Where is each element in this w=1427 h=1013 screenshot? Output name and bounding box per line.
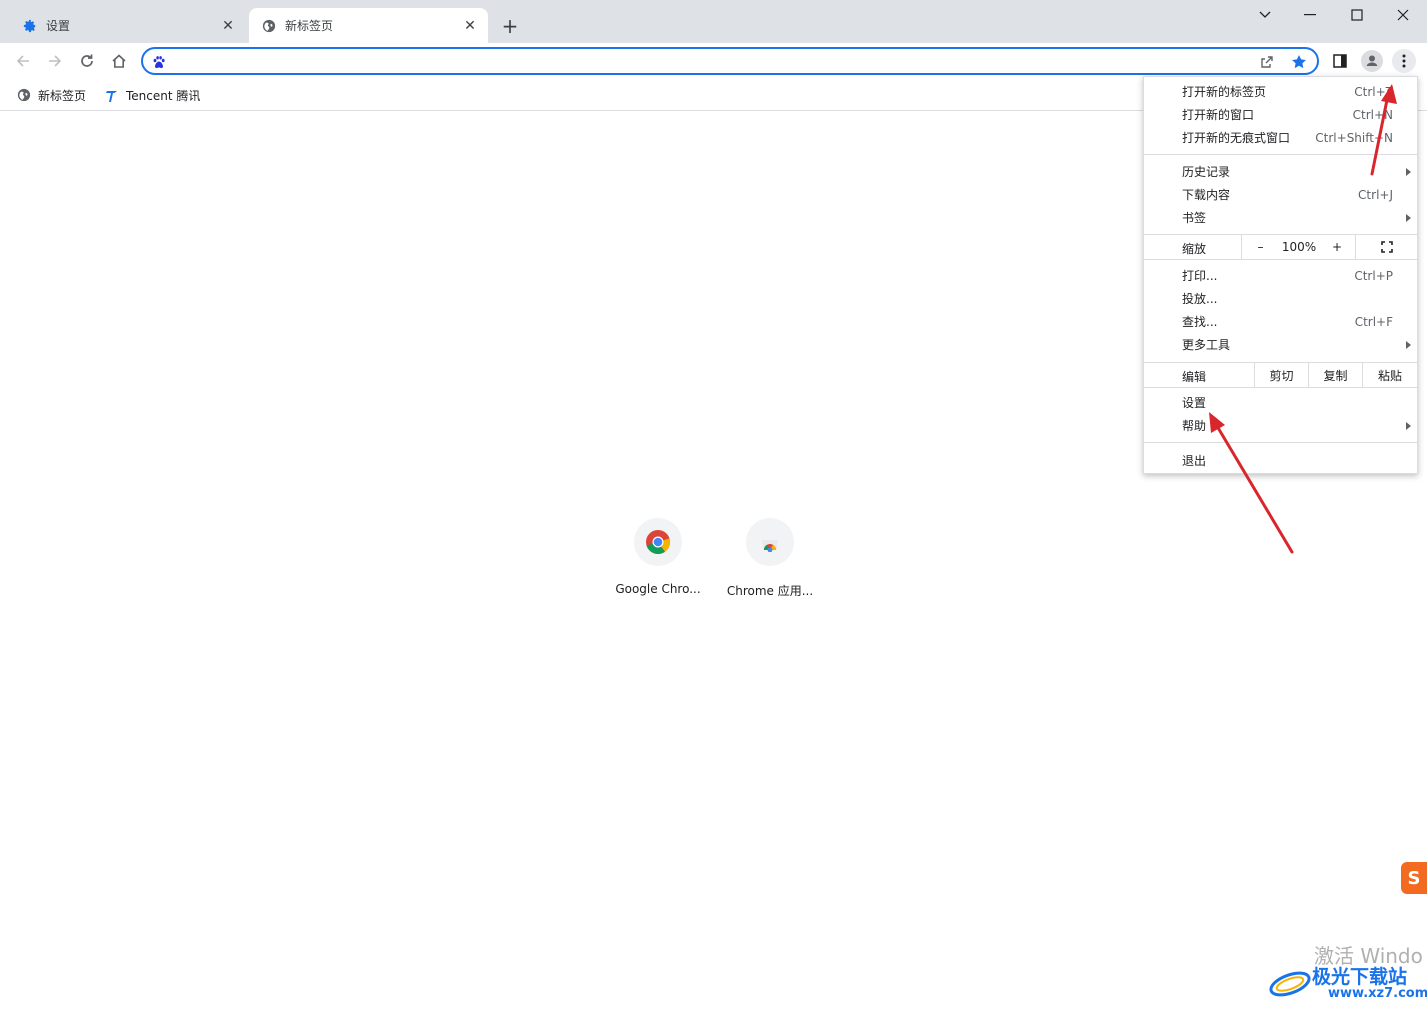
- menu-item-settings[interactable]: 设置: [1144, 391, 1417, 414]
- menu-shortcut: Ctrl+T: [1354, 84, 1393, 99]
- menu-item-print[interactable]: 打印... Ctrl+P: [1144, 264, 1417, 287]
- watermark-title: 极光下载站: [1312, 966, 1408, 988]
- bookmark-new-tab[interactable]: 新标签页: [16, 85, 86, 105]
- address-bar[interactable]: [141, 47, 1319, 75]
- menu-label: 书签: [1182, 211, 1207, 225]
- bookmark-star-icon[interactable]: [1289, 52, 1309, 72]
- back-arrow-icon[interactable]: [11, 49, 35, 73]
- bookmark-tencent[interactable]: Tencent 腾讯: [104, 85, 200, 105]
- menu-item-new-tab[interactable]: 打开新的标签页 Ctrl+T: [1144, 80, 1417, 103]
- menu-item-exit[interactable]: 退出: [1144, 449, 1417, 472]
- submenu-arrow-icon: [1406, 167, 1411, 176]
- close-icon[interactable]: ✕: [462, 18, 478, 34]
- menu-label: 打开新的窗口: [1182, 108, 1255, 122]
- minimize-icon[interactable]: [1299, 4, 1321, 26]
- menu-item-more-tools[interactable]: 更多工具: [1144, 333, 1417, 356]
- zoom-level: 100%: [1281, 240, 1317, 254]
- forward-arrow-icon[interactable]: [43, 49, 67, 73]
- menu-shortcut: Ctrl+F: [1354, 314, 1393, 329]
- tencent-icon: [104, 87, 120, 103]
- share-icon[interactable]: [1257, 52, 1277, 72]
- close-icon[interactable]: ✕: [220, 18, 236, 34]
- submenu-arrow-icon: [1406, 213, 1411, 222]
- maximize-icon[interactable]: [1346, 4, 1368, 26]
- menu-label: 下载内容: [1182, 188, 1231, 202]
- bookmark-label: 新标签页: [38, 88, 87, 103]
- baidu-paw-icon: [149, 52, 169, 72]
- zoom-in-button[interactable]: +: [1319, 235, 1355, 259]
- sogou-ime-icon[interactable]: S: [1401, 862, 1427, 894]
- menu-label: 打开新的无痕式窗口: [1182, 131, 1291, 145]
- more-menu-icon[interactable]: [1392, 49, 1416, 73]
- submenu-arrow-icon: [1406, 421, 1411, 430]
- menu-item-find[interactable]: 查找... Ctrl+F: [1144, 310, 1417, 333]
- menu-label: 打印...: [1182, 269, 1218, 283]
- menu-item-bookmarks[interactable]: 书签: [1144, 206, 1417, 229]
- menu-row-zoom: 缩放 – 100% +: [1144, 235, 1417, 259]
- menu-separator: [1144, 259, 1417, 260]
- copy-button[interactable]: 复制: [1308, 363, 1362, 387]
- watermark-url: www.xz7.com: [1328, 986, 1427, 1001]
- home-icon[interactable]: [107, 49, 131, 73]
- menu-label: 历史记录: [1182, 165, 1231, 179]
- zoom-out-button[interactable]: –: [1241, 235, 1279, 259]
- toolbar: [0, 43, 1427, 79]
- globe-icon: [261, 18, 277, 34]
- shortcut-label: Google Chro...: [615, 582, 701, 596]
- menu-item-history[interactable]: 历史记录: [1144, 160, 1417, 183]
- menu-label: 打开新的标签页: [1182, 85, 1267, 99]
- menu-separator: [1144, 387, 1417, 388]
- menu-item-cast[interactable]: 投放...: [1144, 287, 1417, 310]
- tab-search-icon[interactable]: [1254, 4, 1276, 26]
- chrome-main-menu: 打开新的标签页 Ctrl+T 打开新的窗口 Ctrl+N 打开新的无痕式窗口 C…: [1143, 76, 1418, 474]
- edit-label: 编辑: [1182, 370, 1207, 384]
- menu-label: 设置: [1182, 396, 1207, 410]
- menu-label: 投放...: [1182, 292, 1218, 306]
- shortcut-label: Chrome 应用...: [726, 584, 814, 598]
- profile-avatar-icon[interactable]: [1360, 49, 1384, 73]
- submenu-arrow-icon: [1406, 340, 1411, 349]
- menu-item-downloads[interactable]: 下载内容 Ctrl+J: [1144, 183, 1417, 206]
- reload-icon[interactable]: [75, 49, 99, 73]
- menu-row-edit: 编辑 剪切 复制 粘贴: [1144, 363, 1417, 387]
- close-window-icon[interactable]: [1392, 4, 1414, 26]
- menu-label: 帮助: [1182, 419, 1207, 433]
- site-watermark: 极光下载站 www.xz7.com: [1268, 960, 1427, 1004]
- menu-shortcut: Ctrl+P: [1354, 268, 1393, 283]
- aurora-logo-icon: [1269, 971, 1311, 997]
- menu-item-new-window[interactable]: 打开新的窗口 Ctrl+N: [1144, 103, 1417, 126]
- menu-item-help[interactable]: 帮助: [1144, 414, 1417, 437]
- menu-separator: [1144, 442, 1417, 443]
- tab-strip: 设置 ✕ 新标签页 ✕ +: [0, 0, 1427, 43]
- cut-button[interactable]: 剪切: [1254, 363, 1308, 387]
- chrome-webstore-icon: [746, 518, 794, 566]
- chrome-logo-icon: [634, 518, 682, 566]
- tab-new-tab[interactable]: 新标签页 ✕: [249, 8, 488, 43]
- menu-item-new-incognito[interactable]: 打开新的无痕式窗口 Ctrl+Shift+N: [1144, 126, 1417, 149]
- menu-shortcut: Ctrl+N: [1352, 107, 1393, 122]
- menu-label: 查找...: [1182, 315, 1218, 329]
- menu-label: 退出: [1182, 454, 1207, 468]
- menu-separator: [1144, 154, 1417, 155]
- zoom-label: 缩放: [1182, 242, 1207, 256]
- tab-title: 设置: [46, 19, 71, 33]
- menu-shortcut: Ctrl+Shift+N: [1315, 130, 1393, 145]
- new-tab-button[interactable]: +: [499, 14, 521, 38]
- shortcut-google-chrome[interactable]: Google Chro...: [602, 518, 714, 596]
- menu-shortcut: Ctrl+J: [1358, 187, 1393, 202]
- bookmark-label: Tencent 腾讯: [126, 88, 201, 103]
- gear-icon: [22, 18, 38, 34]
- fullscreen-icon[interactable]: [1355, 235, 1417, 259]
- globe-icon: [16, 87, 32, 103]
- tab-settings[interactable]: 设置 ✕: [0, 8, 246, 43]
- paste-button[interactable]: 粘贴: [1362, 363, 1417, 387]
- menu-label: 更多工具: [1182, 338, 1231, 352]
- address-input[interactable]: [177, 51, 1257, 71]
- shortcut-chrome-web-store[interactable]: Chrome 应用...: [714, 518, 826, 599]
- tab-title: 新标签页: [285, 19, 334, 33]
- side-panel-icon[interactable]: [1328, 49, 1352, 73]
